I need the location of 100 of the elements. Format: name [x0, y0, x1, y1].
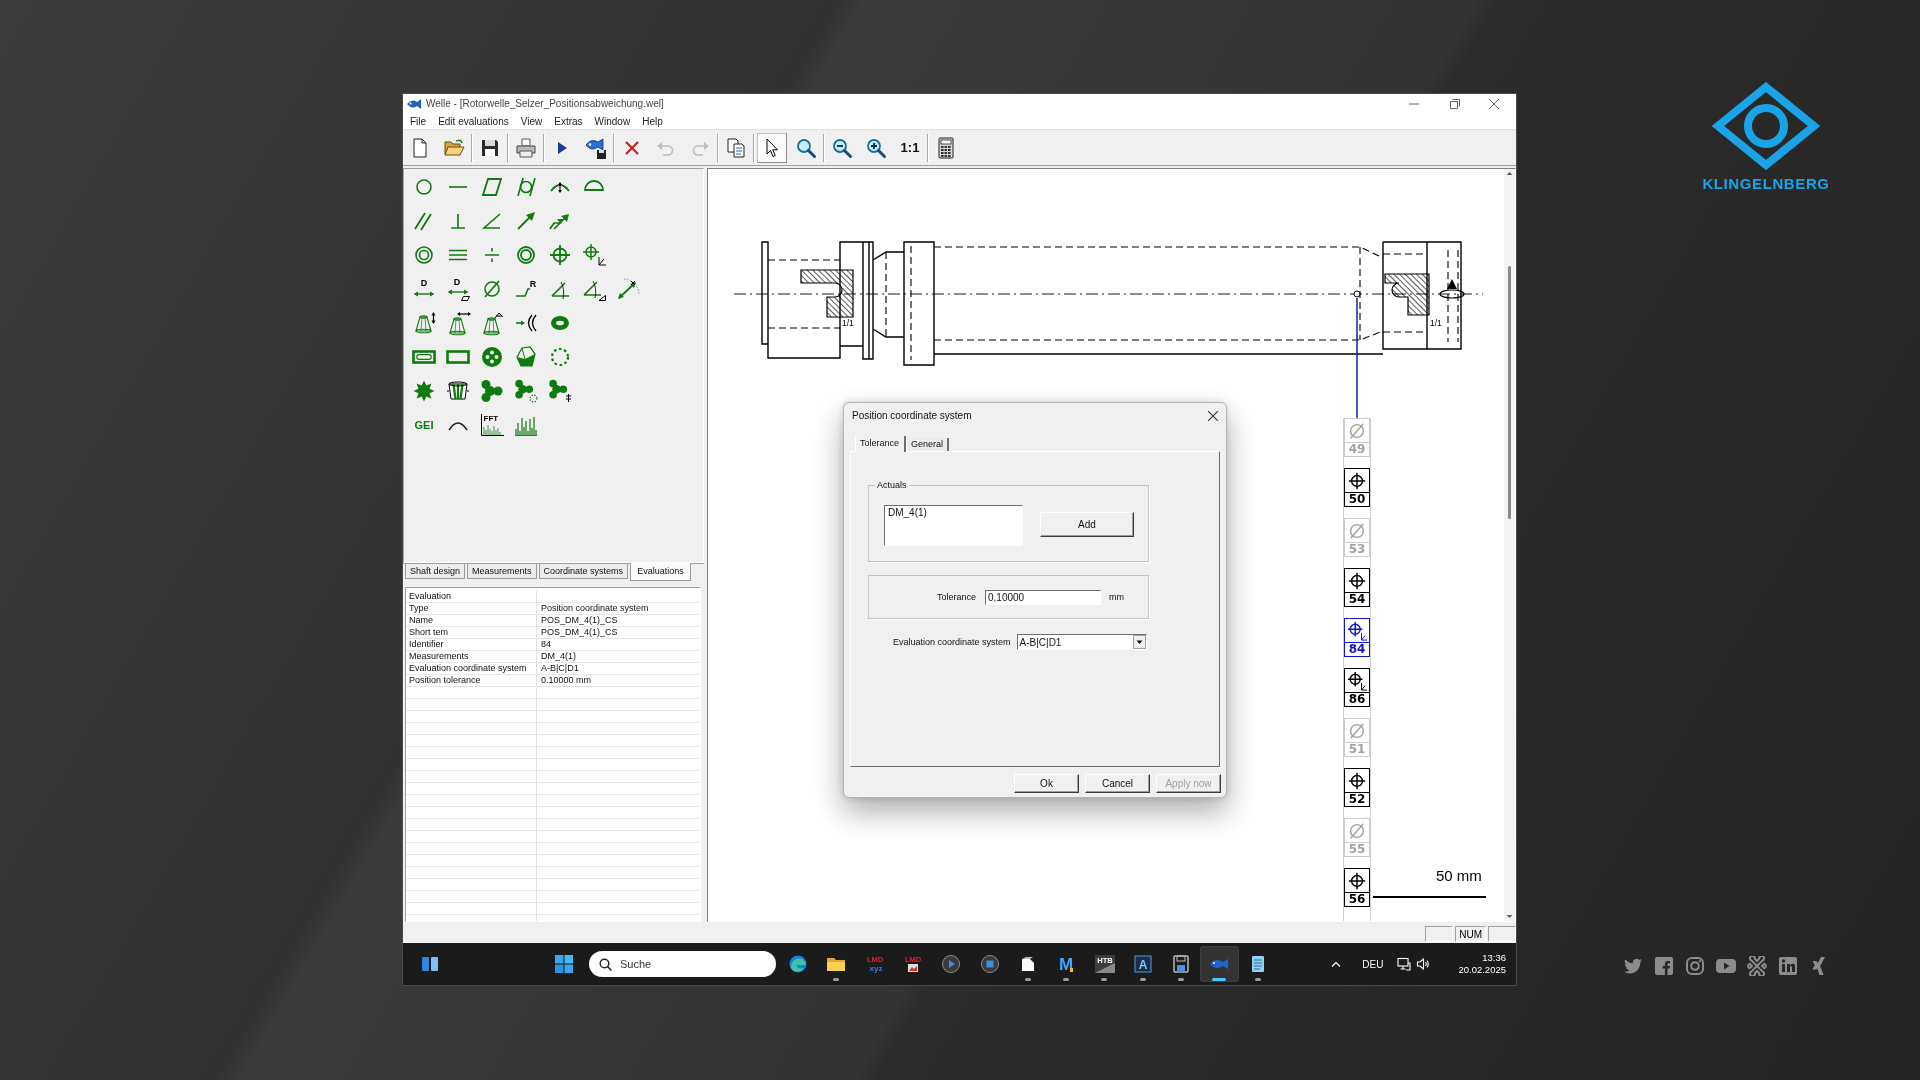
cone-angle-icon[interactable] — [480, 311, 504, 335]
fish-disk-icon — [585, 136, 607, 159]
property-name: Measurements — [408, 651, 470, 663]
menu-item[interactable]: Help — [636, 115, 669, 127]
cylinder-icon[interactable] — [514, 175, 538, 199]
trefoil-dotted-icon[interactable] — [514, 379, 538, 403]
scroll-up-button[interactable] — [1505, 169, 1514, 178]
property-name: Type — [408, 603, 430, 615]
text-tool[interactable]: GEI — [414, 419, 434, 431]
taskbar-button[interactable] — [1200, 946, 1239, 982]
speaker-icon[interactable] — [1416, 957, 1431, 971]
app-icon — [407, 97, 421, 110]
pointer-button[interactable] — [757, 132, 787, 163]
actuals-list[interactable]: DM_4(1) — [884, 505, 1023, 546]
letter-tile-icon: A — [1132, 954, 1153, 974]
panel-tab[interactable]: Measurements — [467, 564, 537, 579]
crosshair-icon — [1347, 771, 1367, 791]
crosshair-axes-icon[interactable] — [582, 243, 606, 267]
panel-tab[interactable]: Coordinate systems — [538, 564, 629, 579]
feature-tile[interactable]: 52 — [1344, 768, 1370, 807]
zoom-icon — [795, 136, 817, 159]
actual-size-button[interactable]: 1:1 — [895, 132, 925, 163]
crosshair-icon — [1347, 471, 1367, 491]
dialog-button[interactable]: Cancel — [1085, 774, 1150, 793]
cone-height-icon[interactable] — [412, 311, 436, 335]
menu-item[interactable]: Extras — [548, 115, 589, 127]
zoom-out-icon — [831, 136, 853, 159]
menu-item[interactable]: Window — [588, 115, 637, 127]
start-icon[interactable] — [555, 955, 573, 973]
four-holes-icon[interactable] — [480, 345, 504, 369]
add-button[interactable]: Add — [1040, 512, 1134, 537]
coordinate-system-dropdown[interactable]: A-B|C|D1 — [1016, 634, 1147, 650]
list-item[interactable]: DM_4(1) — [888, 507, 1019, 518]
spur-gear-icon[interactable] — [446, 379, 470, 403]
panel-tab[interactable]: Evaluations — [630, 563, 691, 581]
trefoil-marks-icon[interactable] — [548, 379, 572, 403]
widgets-icon[interactable] — [421, 955, 439, 973]
clock-date: 20.02.2025 — [1458, 964, 1506, 976]
dialog-tab[interactable]: General — [906, 438, 950, 451]
scrollbar-thumb[interactable] — [1508, 266, 1511, 519]
cone-width-icon[interactable] — [446, 311, 470, 335]
feature-tile[interactable]: 54 — [1344, 568, 1370, 607]
close-button[interactable] — [1208, 410, 1218, 421]
clock[interactable]: 13:36 20.02.2025 — [1458, 952, 1506, 976]
property-name: Identifier — [408, 639, 445, 651]
property-value: Position coordinate system — [540, 603, 649, 615]
diameter-icon — [1347, 421, 1367, 441]
feature-tile[interactable]: 86 — [1344, 668, 1370, 707]
property-name: Name — [408, 615, 434, 627]
dashed-circle-icon[interactable] — [548, 345, 572, 369]
parallelogram-icon[interactable] — [480, 175, 504, 199]
radial-arrow-icon[interactable] — [616, 277, 640, 301]
status-indicator: NUM — [1455, 926, 1486, 942]
taskbar-button[interactable]: A — [1123, 946, 1162, 982]
trefoil-icon[interactable] — [480, 379, 504, 403]
polyhedron-icon[interactable] — [514, 345, 538, 369]
menu-item[interactable]: File — [404, 115, 433, 127]
camera-icon[interactable] — [1685, 956, 1705, 976]
diameter-icon — [1347, 721, 1367, 741]
close-button[interactable] — [1489, 98, 1499, 109]
property-value: A-B|C|D1 — [540, 663, 579, 675]
monitor-icon[interactable] — [1397, 957, 1412, 971]
concentric-circles-icon[interactable] — [412, 243, 436, 267]
dialog-button[interactable]: Ok — [1014, 774, 1079, 793]
property-value: 84 — [540, 639, 551, 651]
looped-cross-icon[interactable] — [1747, 956, 1767, 976]
dialog-title: Position coordinate system — [852, 410, 973, 421]
language-indicator[interactable]: DEU — [1362, 958, 1384, 970]
group-label: Actuals — [875, 480, 909, 490]
crosshair-axes-icon — [1347, 621, 1367, 641]
diamond-logo-icon — [1712, 82, 1820, 170]
chevron-up-icon[interactable] — [1331, 961, 1342, 967]
bird-icon[interactable] — [1623, 956, 1643, 976]
play-tile-icon[interactable] — [1716, 956, 1736, 976]
browser-icon — [788, 954, 809, 974]
scrollbar[interactable] — [1504, 169, 1515, 921]
scroll-down-button[interactable] — [1505, 912, 1514, 921]
field-label: Tolerance — [937, 592, 977, 602]
feature-tile[interactable]: 56 — [1344, 868, 1370, 907]
zoom-in-icon — [865, 136, 887, 159]
restore-button[interactable] — [1450, 98, 1460, 109]
menu-item[interactable]: View — [514, 115, 549, 127]
gear-icon[interactable] — [412, 379, 436, 403]
property-value: 0.10000 mm — [540, 675, 592, 687]
taskbar-button[interactable]: M — [1047, 946, 1086, 982]
double-circle-icon[interactable] — [514, 243, 538, 267]
calculator-icon — [935, 136, 957, 159]
menu-item[interactable]: Edit evaluations — [432, 115, 515, 127]
play-circle-icon — [941, 954, 962, 974]
search-icon — [599, 957, 612, 971]
panel-tab[interactable]: Shaft design — [405, 564, 466, 579]
feature-tile[interactable]: 50 — [1344, 468, 1370, 507]
search-field[interactable]: Suche — [589, 951, 776, 977]
brand-name: KLINGELNBERG — [1702, 175, 1830, 192]
diameter-icon — [1347, 821, 1367, 841]
dialog-tab[interactable]: Tolerance — [855, 436, 907, 452]
tolerance-input[interactable]: 0.10000 — [985, 589, 1102, 605]
crosshair-icon[interactable] — [548, 243, 572, 267]
feature-tile[interactable]: 84 — [1344, 618, 1370, 657]
printer-icon — [515, 136, 537, 159]
